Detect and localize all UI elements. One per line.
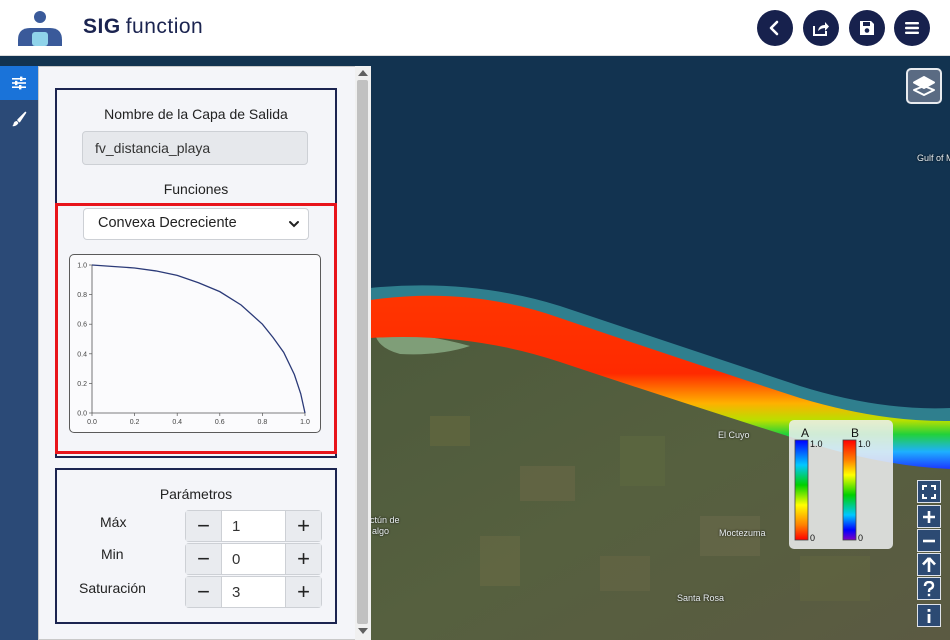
param-min-increment-button[interactable]: + xyxy=(285,544,321,574)
fullscreen-icon xyxy=(922,484,936,499)
map-legend: A B 1.0 0 1.0 0 xyxy=(789,420,893,549)
param-min-decrement-button[interactable]: − xyxy=(186,544,222,574)
panel-scrollbar[interactable] xyxy=(355,66,371,640)
chart-x-tick-label: 1.0 xyxy=(300,419,310,426)
param-saturation-increment-button[interactable]: + xyxy=(285,577,321,607)
output-layer-input[interactable] xyxy=(82,131,308,165)
chart-y-tick-label: 0.2 xyxy=(77,381,87,388)
brush-icon xyxy=(12,111,27,127)
chart-series-line xyxy=(91,264,306,414)
back-button[interactable] xyxy=(757,10,793,46)
sliders-icon xyxy=(12,76,26,90)
map-label-tun-de: ctún de xyxy=(370,515,400,525)
map-label-gulf: Gulf of M xyxy=(917,153,950,163)
chart-x-tick-label: 0.2 xyxy=(130,419,140,426)
legend-a-max: 1.0 xyxy=(810,439,823,449)
app-header: SIG function xyxy=(0,0,950,56)
param-saturation-label: Saturación xyxy=(79,580,146,596)
param-saturation-stepper[interactable]: − 3 + xyxy=(185,576,322,608)
layers-button[interactable] xyxy=(906,68,942,104)
hamburger-menu-icon xyxy=(905,22,919,34)
chart-x-tick-label: 0.0 xyxy=(87,419,97,426)
param-min-stepper[interactable]: − 0 + xyxy=(185,543,322,575)
scroll-up-arrow-icon[interactable] xyxy=(358,70,368,76)
map-label-moctezuma: Moctezuma xyxy=(719,528,766,538)
legend-a-colorbar xyxy=(794,439,809,541)
zoom-in-icon xyxy=(923,510,935,523)
output-layer-label: Nombre de la Capa de Salida xyxy=(104,106,288,122)
scroll-thumb[interactable] xyxy=(357,80,368,624)
legend-a-title: A xyxy=(801,426,810,440)
share-icon xyxy=(813,22,829,36)
param-min-value[interactable]: 0 xyxy=(232,551,240,568)
param-max-decrement-button[interactable]: − xyxy=(186,511,222,541)
param-min-label: Min xyxy=(101,546,124,562)
chart-y-tick-label: 0.4 xyxy=(77,351,87,358)
layers-icon xyxy=(913,76,935,96)
app-logo-icon xyxy=(18,11,62,46)
chart-x-tick-label: 0.6 xyxy=(215,419,225,426)
param-saturation-decrement-button[interactable]: − xyxy=(186,577,222,607)
info-button[interactable] xyxy=(917,604,941,627)
brand-rest: function xyxy=(125,15,204,38)
floppy-disk-icon xyxy=(860,21,874,35)
map-label-santa-rosa: Santa Rosa xyxy=(677,593,725,603)
function-chart: 0.0 0.2 0.4 0.6 0.8 1.0 0.0 0.2 0.4 0.6 0.8 1.0 xyxy=(69,254,321,433)
north-arrow-icon xyxy=(922,556,936,572)
param-max-label: Máx xyxy=(100,514,127,530)
map-label-el-cuyo: El Cuyo xyxy=(718,430,750,440)
share-button[interactable] xyxy=(803,10,839,46)
legend-a-min: 0 xyxy=(810,533,816,543)
scroll-down-arrow-icon[interactable] xyxy=(358,628,368,634)
zoom-in-button[interactable] xyxy=(917,505,941,528)
zoom-out-button[interactable] xyxy=(917,529,941,552)
menu-button[interactable] xyxy=(894,10,930,46)
function-select[interactable]: Convexa Decreciente xyxy=(83,208,309,240)
save-button[interactable] xyxy=(849,10,885,46)
chart-y-tick-label: 0.6 xyxy=(77,322,87,329)
app-brand: SIG function xyxy=(83,15,203,39)
tool-strip xyxy=(0,66,38,640)
chart-x-tick-label: 0.8 xyxy=(258,419,268,426)
legend-b-title: B xyxy=(851,426,860,440)
chart-y-tick-label: 1.0 xyxy=(77,263,87,270)
help-icon xyxy=(923,580,935,596)
legend-b-colorbar xyxy=(842,439,857,541)
fullscreen-button[interactable] xyxy=(917,480,941,503)
help-button[interactable] xyxy=(917,577,941,600)
functions-label: Funciones xyxy=(163,181,229,197)
function-select-value: Convexa Decreciente xyxy=(98,215,237,231)
map-label-algo: algo xyxy=(372,526,390,536)
param-max-stepper[interactable]: − 1 + xyxy=(185,510,322,542)
parameters-label: Parámetros xyxy=(159,486,233,502)
north-button[interactable] xyxy=(917,553,941,576)
brand-bold: SIG xyxy=(83,15,121,38)
legend-b-min: 0 xyxy=(858,533,864,543)
tool-style[interactable] xyxy=(0,102,38,136)
chevron-down-icon xyxy=(289,221,299,228)
info-icon xyxy=(927,608,931,623)
chart-y-tick-label: 0.8 xyxy=(77,292,87,299)
param-saturation-value[interactable]: 3 xyxy=(232,584,240,601)
zoom-out-icon xyxy=(923,539,935,542)
param-max-value[interactable]: 1 xyxy=(232,518,240,535)
tool-settings[interactable] xyxy=(0,66,38,100)
chart-y-tick-label: 0.0 xyxy=(77,411,87,418)
param-max-increment-button[interactable]: + xyxy=(285,511,321,541)
chevron-left-icon xyxy=(769,20,779,36)
legend-b-max: 1.0 xyxy=(858,439,871,449)
chart-x-tick-label: 0.4 xyxy=(172,419,182,426)
function-chart-svg: 0.0 0.2 0.4 0.6 0.8 1.0 0.0 0.2 0.4 0.6 0.8 1.0 xyxy=(77,263,310,427)
